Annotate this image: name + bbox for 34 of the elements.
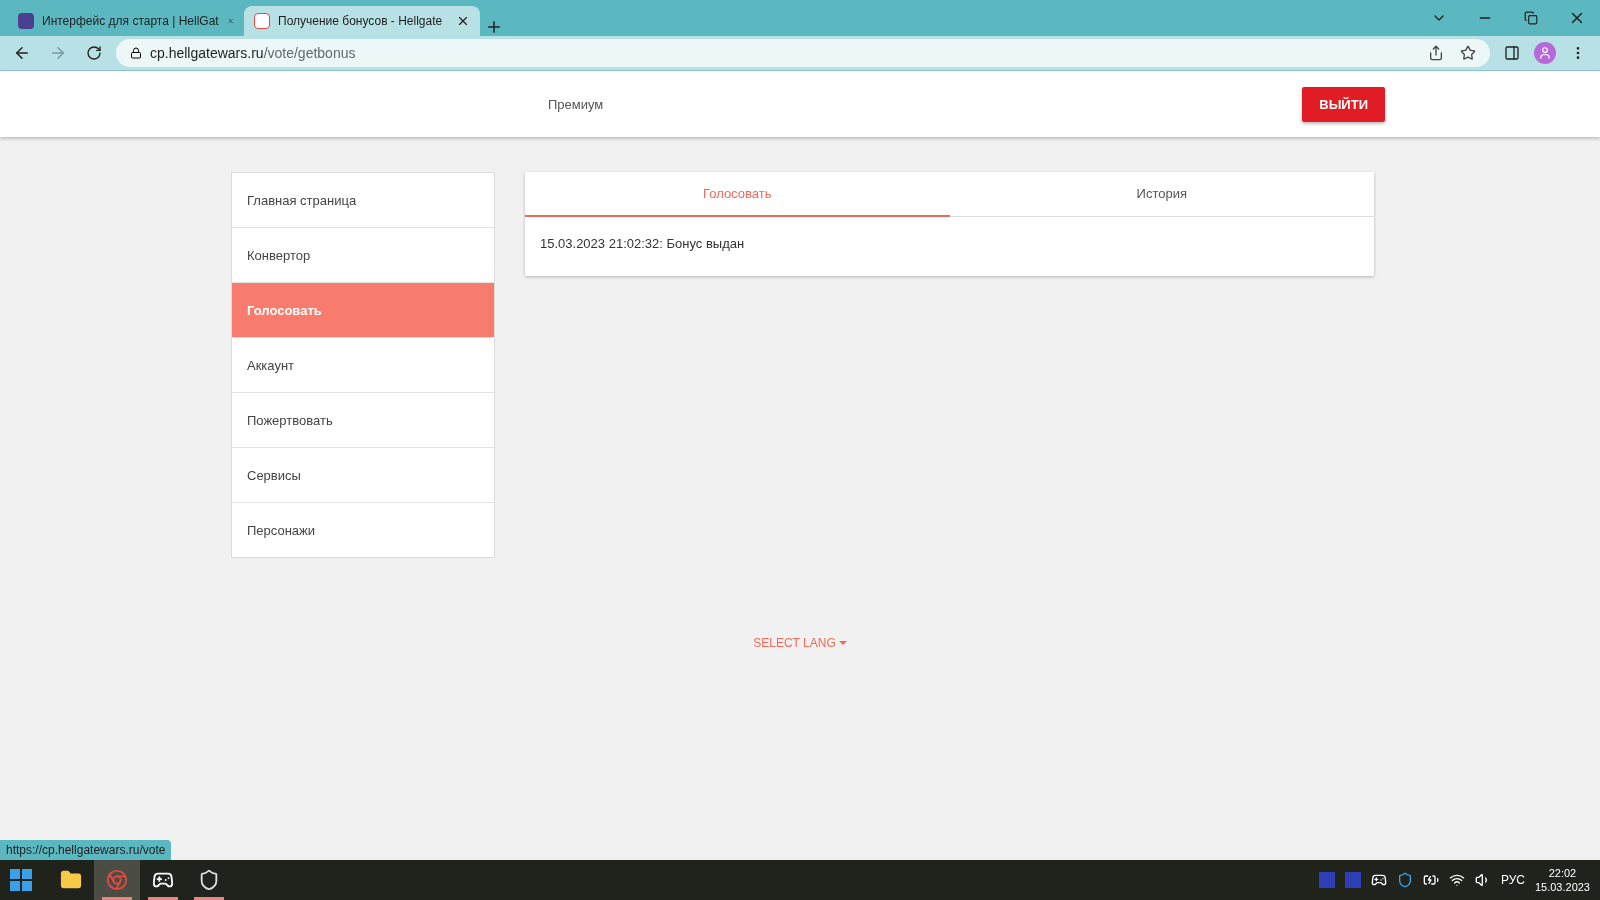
battery-icon[interactable] xyxy=(1422,872,1439,888)
reload-icon[interactable] xyxy=(86,45,102,61)
side-panel-icon[interactable] xyxy=(1504,45,1520,61)
restore-icon[interactable] xyxy=(1524,11,1538,25)
running-indicator xyxy=(194,897,224,900)
start-icon[interactable] xyxy=(10,869,32,891)
favicon-icon xyxy=(18,13,34,29)
lock-icon xyxy=(130,47,142,59)
wifi-icon[interactable] xyxy=(1448,872,1465,888)
browser-icon xyxy=(106,869,128,891)
address-field[interactable]: cp.hellgatewars.ru/vote/getbonus xyxy=(116,39,1490,67)
browser-tab[interactable]: Получение бонусов - Hellgate xyxy=(244,6,480,36)
caret-icon xyxy=(838,641,847,645)
back-icon[interactable] xyxy=(13,44,31,62)
favicon-icon xyxy=(254,13,270,29)
star-icon[interactable] xyxy=(1460,45,1476,61)
nav-link[interactable]: Премиум xyxy=(548,96,604,112)
logout-button[interactable]: ВЫЙТИ xyxy=(1302,86,1385,122)
folder-icon xyxy=(60,869,82,891)
panel-tab[interactable]: История xyxy=(949,172,1374,217)
running-indicator xyxy=(102,897,132,900)
clock[interactable]: 22:02 15.03.2023 xyxy=(1534,867,1590,893)
avatar-icon[interactable] xyxy=(1534,42,1556,64)
new-tab-icon[interactable] xyxy=(485,18,503,36)
shield-icon xyxy=(198,869,220,891)
input-language[interactable]: РУС xyxy=(1500,873,1525,887)
browser-tab[interactable]: Интерфейс для старта | HellGat xyxy=(8,6,244,36)
running-indicator xyxy=(148,897,178,900)
share-icon[interactable] xyxy=(1428,45,1444,61)
status-url: https://cp.hellgatewars.ru/vote xyxy=(0,840,172,860)
history-entry: 15.03.2023 21:02:32: Бонус выдан xyxy=(540,236,746,251)
shield-icon[interactable] xyxy=(1396,872,1413,888)
close-icon[interactable] xyxy=(456,14,470,28)
gamepad-icon[interactable] xyxy=(1370,872,1387,888)
